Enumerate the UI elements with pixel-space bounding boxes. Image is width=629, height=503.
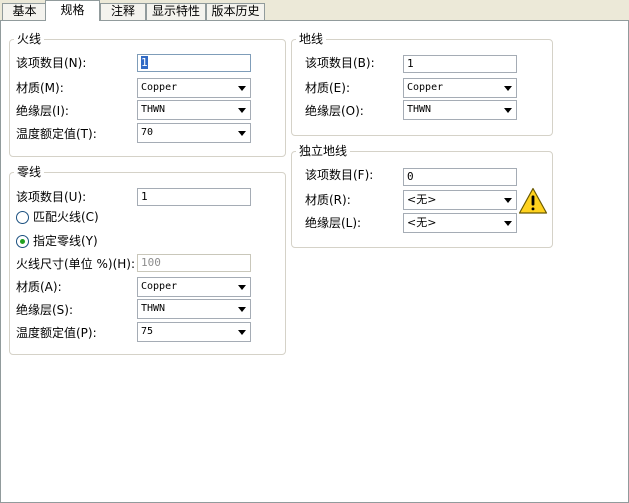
neutral-size-input: 100 — [137, 254, 251, 272]
isolated-count-label: 该项数目(F): — [305, 168, 374, 182]
warning-icon — [518, 187, 548, 214]
specify-neutral-label[interactable]: 指定零线(Y) — [33, 234, 98, 248]
ground-material-label: 材质(E): — [305, 81, 350, 95]
neutral-insulation-dropdown[interactable]: THWN — [137, 299, 251, 319]
ground-material-dropdown[interactable]: Copper — [403, 78, 517, 98]
isolated-insulation-dropdown[interactable]: <无> — [403, 213, 517, 233]
isolated-insulation-label: 绝缘层(L): — [305, 216, 362, 230]
ground-insulation-dropdown[interactable]: THWN — [403, 100, 517, 120]
live-temp-label: 温度额定值(T): — [16, 127, 97, 141]
live-count-input[interactable]: 1 — [137, 54, 251, 72]
neutral-size-label: 火线尺寸(单位 %)(H): — [16, 257, 136, 271]
chevron-down-icon — [504, 198, 512, 203]
chevron-down-icon — [238, 108, 246, 113]
chevron-down-icon — [238, 86, 246, 91]
live-wire-title: 火线 — [14, 31, 45, 47]
neutral-wire-title: 零线 — [14, 164, 45, 180]
chevron-down-icon — [238, 285, 246, 290]
isolated-ground-group: 独立地线 该项数目(F): 0 材质(R): <无> 绝缘层(L): <无> — [291, 143, 553, 248]
neutral-material-label: 材质(A): — [16, 280, 62, 294]
ground-count-label: 该项数目(B): — [305, 56, 375, 70]
live-temp-dropdown[interactable]: 70 — [137, 123, 251, 143]
specify-neutral-radio[interactable] — [16, 235, 29, 248]
isolated-material-label: 材质(R): — [305, 193, 351, 207]
tab-bar: 基本 规格 注释 显示特性 版本历史 — [0, 0, 629, 21]
ground-insulation-label: 绝缘层(O): — [305, 104, 364, 118]
chevron-down-icon — [238, 131, 246, 136]
live-material-label: 材质(M): — [16, 81, 64, 95]
live-wire-group: 火线 该项数目(N): 1 材质(M): Copper 绝缘层(I): THWN… — [9, 31, 286, 157]
neutral-insulation-label: 绝缘层(S): — [16, 303, 74, 317]
tab-basic[interactable]: 基本 — [2, 3, 47, 20]
ground-count-input[interactable]: 1 — [403, 55, 517, 73]
isolated-material-dropdown[interactable]: <无> — [403, 190, 517, 210]
neutral-count-input[interactable]: 1 — [137, 188, 251, 206]
live-material-dropdown[interactable]: Copper — [137, 78, 251, 98]
chevron-down-icon — [504, 221, 512, 226]
chevron-down-icon — [504, 108, 512, 113]
neutral-temp-label: 温度额定值(P): — [16, 326, 97, 340]
tab-notes[interactable]: 注释 — [100, 3, 146, 20]
chevron-down-icon — [238, 330, 246, 335]
isolated-ground-title: 独立地线 — [296, 143, 351, 159]
neutral-material-dropdown[interactable]: Copper — [137, 277, 251, 297]
live-count-label: 该项数目(N): — [16, 56, 87, 70]
neutral-count-label: 该项数目(U): — [16, 190, 87, 204]
ground-wire-group: 地线 该项数目(B): 1 材质(E): Copper 绝缘层(O): THWN — [291, 31, 553, 136]
live-insulation-label: 绝缘层(I): — [16, 104, 69, 118]
ground-wire-title: 地线 — [296, 31, 327, 47]
isolated-count-input[interactable]: 0 — [403, 168, 517, 186]
live-insulation-dropdown[interactable]: THWN — [137, 100, 251, 120]
neutral-wire-group: 零线 该项数目(U): 1 匹配火线(C) 指定零线(Y) 火线尺寸(单位 %)… — [9, 164, 286, 355]
tab-panel: 火线 该项数目(N): 1 材质(M): Copper 绝缘层(I): THWN… — [0, 20, 629, 503]
match-live-label[interactable]: 匹配火线(C) — [33, 210, 99, 224]
chevron-down-icon — [238, 307, 246, 312]
tab-display-properties[interactable]: 显示特性 — [146, 3, 206, 20]
tab-version-history[interactable]: 版本历史 — [206, 3, 265, 20]
neutral-temp-dropdown[interactable]: 75 — [137, 322, 251, 342]
chevron-down-icon — [504, 86, 512, 91]
tab-specifications[interactable]: 规格 — [45, 0, 100, 21]
match-live-radio[interactable] — [16, 211, 29, 224]
